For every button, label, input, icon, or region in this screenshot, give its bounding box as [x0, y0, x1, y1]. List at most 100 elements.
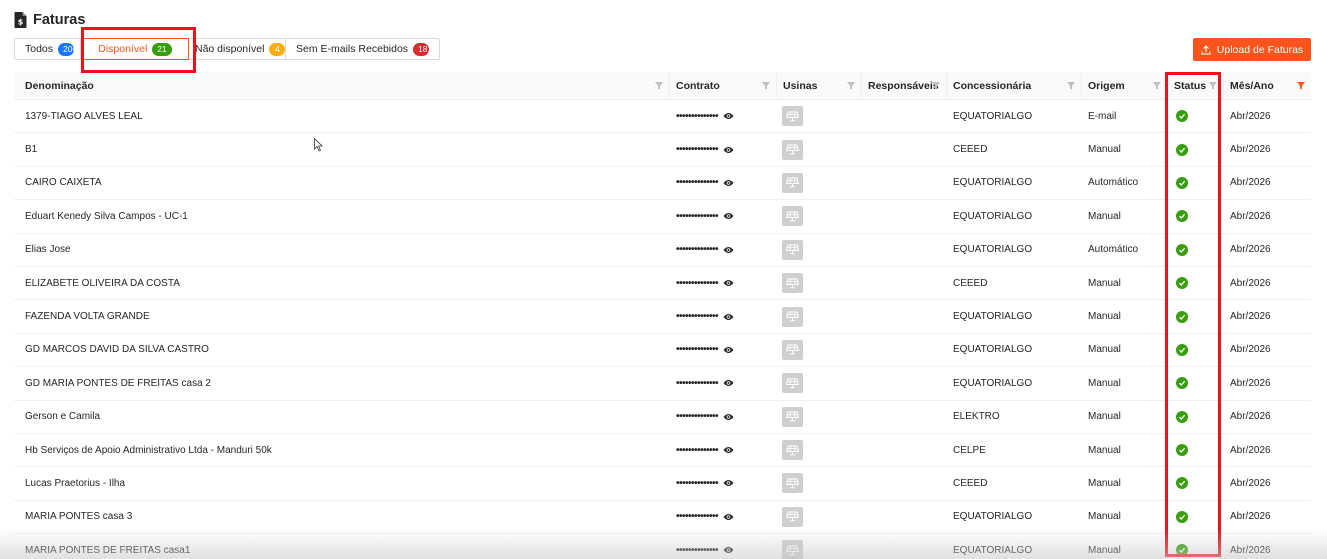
table-row[interactable]: Eduart Kenedy Silva Campos - UC-1 ••••••…	[14, 200, 1311, 234]
filter-icon[interactable]	[1209, 82, 1217, 90]
mes-ano-text: Abr/2026	[1230, 544, 1271, 556]
column-header-status[interactable]: Status	[1168, 72, 1224, 100]
table-row[interactable]: GD MARCOS DAVID DA SILVA CASTRO ••••••••…	[14, 334, 1311, 368]
tab-todos[interactable]: Todos 206	[15, 39, 81, 59]
table-row[interactable]: CAIRO CAIXETA •••••••••••••• EQUATORIALG…	[14, 167, 1311, 201]
solar-panel-button[interactable]	[782, 406, 803, 427]
solar-panel-button[interactable]	[782, 440, 803, 461]
filter-icon[interactable]	[932, 82, 940, 90]
eye-icon[interactable]	[723, 212, 734, 220]
concessionaria-text: EQUATORIALGO	[953, 210, 1033, 222]
table-row[interactable]: Hb Serviços de Apoio Administrativo Ltda…	[14, 434, 1311, 468]
tab-sem-emails[interactable]: Sem E-mails Recebidos 181	[286, 39, 439, 59]
solar-panel-icon	[786, 411, 799, 422]
denominacao-text: 1379-TIAGO ALVES LEAL	[25, 110, 143, 122]
table-row[interactable]: ELIZABETE OLIVEIRA DA COSTA ••••••••••••…	[14, 267, 1311, 301]
table-row[interactable]: B1 •••••••••••••• CEEED Manual Abr/2026	[14, 133, 1311, 167]
table-row[interactable]: Elias Jose •••••••••••••• EQUATORIALGO A…	[14, 234, 1311, 267]
eye-icon[interactable]	[723, 546, 734, 554]
cell-denominacao: Hb Serviços de Apoio Administrativo Ltda…	[14, 434, 670, 466]
cell-contrato: ••••••••••••••	[670, 334, 777, 366]
cell-responsaveis	[862, 167, 947, 199]
table-row[interactable]: Lucas Praetorius - Ilha •••••••••••••• C…	[14, 467, 1311, 501]
tab-disponivel[interactable]: Disponível 21	[81, 38, 189, 60]
solar-panel-button[interactable]	[782, 506, 803, 527]
solar-panel-button[interactable]	[782, 139, 803, 160]
eye-icon[interactable]	[723, 112, 734, 120]
solar-panel-button[interactable]	[782, 239, 803, 260]
eye-icon[interactable]	[723, 379, 734, 387]
table-row[interactable]: GD MARIA PONTES DE FREITAS casa 2 ••••••…	[14, 367, 1311, 401]
solar-panel-button[interactable]	[782, 273, 803, 294]
cell-mes-ano: Abr/2026	[1224, 200, 1311, 232]
filter-icon[interactable]	[655, 82, 663, 90]
origem-text: Manual	[1088, 377, 1121, 389]
table-row[interactable]: 1379-TIAGO ALVES LEAL •••••••••••••• EQU…	[14, 100, 1311, 134]
solar-panel-button[interactable]	[782, 373, 803, 394]
column-header-mes-ano[interactable]: Mês/Ano	[1224, 72, 1311, 100]
column-title: Contrato	[676, 80, 720, 92]
mes-ano-text: Abr/2026	[1230, 311, 1271, 323]
cell-origem: Manual	[1082, 434, 1168, 466]
solar-panel-button[interactable]	[782, 473, 803, 494]
column-title: Usinas	[783, 80, 818, 92]
column-title: Responsáveis	[868, 80, 939, 92]
table-body: 1379-TIAGO ALVES LEAL •••••••••••••• EQU…	[14, 100, 1311, 559]
column-header-denominacao[interactable]: Denominação	[14, 72, 670, 100]
column-header-usinas[interactable]: Usinas	[777, 72, 862, 100]
concessionaria-text: CEEED	[953, 477, 988, 489]
cell-contrato: ••••••••••••••	[670, 401, 777, 433]
cell-concessionaria: EQUATORIALGO	[947, 334, 1082, 366]
column-header-concessionaria[interactable]: Concessionária	[947, 72, 1082, 100]
solar-panel-button[interactable]	[782, 206, 803, 227]
eye-icon[interactable]	[723, 246, 734, 254]
solar-panel-button[interactable]	[782, 306, 803, 327]
cell-status	[1168, 167, 1224, 199]
cell-usinas	[777, 367, 862, 399]
denominacao-text: ELIZABETE OLIVEIRA DA COSTA	[25, 277, 180, 289]
origem-text: Automático	[1088, 177, 1139, 189]
eye-icon[interactable]	[723, 513, 734, 521]
filter-icon[interactable]	[1153, 82, 1161, 90]
cell-responsaveis	[862, 234, 947, 266]
cell-status	[1168, 267, 1224, 299]
cell-mes-ano: Abr/2026	[1224, 401, 1311, 433]
table-row[interactable]: MARIA PONTES casa 3 •••••••••••••• EQUAT…	[14, 501, 1311, 535]
solar-panel-button[interactable]	[782, 540, 803, 559]
eye-icon[interactable]	[723, 146, 734, 154]
cell-mes-ano: Abr/2026	[1224, 267, 1311, 299]
column-header-responsaveis[interactable]: Responsáveis	[862, 72, 947, 100]
origem-text: Manual	[1088, 477, 1121, 489]
cell-mes-ano: Abr/2026	[1224, 300, 1311, 332]
column-header-origem[interactable]: Origem	[1082, 72, 1168, 100]
solar-panel-button[interactable]	[782, 339, 803, 360]
eye-icon[interactable]	[723, 479, 734, 487]
solar-panel-button[interactable]	[782, 172, 803, 193]
eye-icon[interactable]	[723, 413, 734, 421]
eye-icon[interactable]	[723, 346, 734, 354]
column-header-contrato[interactable]: Contrato	[670, 72, 777, 100]
table-row[interactable]: FAZENDA VOLTA GRANDE •••••••••••••• EQUA…	[14, 300, 1311, 334]
filter-icon[interactable]	[847, 82, 855, 90]
eye-icon[interactable]	[723, 313, 734, 321]
cell-contrato: ••••••••••••••	[670, 100, 777, 132]
eye-icon[interactable]	[723, 279, 734, 287]
upload-faturas-button[interactable]: Upload de Faturas	[1193, 38, 1311, 61]
masked-contract: ••••••••••••••	[676, 244, 719, 256]
solar-panel-icon	[786, 177, 799, 188]
table-row[interactable]: MARIA PONTES DE FREITAS casa1 ••••••••••…	[14, 534, 1311, 559]
tab-nao-disponivel[interactable]: Não disponível 4	[189, 39, 286, 59]
filter-icon[interactable]	[762, 82, 770, 90]
check-circle-icon	[1176, 544, 1188, 557]
solar-panel-icon	[786, 545, 799, 556]
eye-icon[interactable]	[723, 446, 734, 454]
denominacao-text: Hb Serviços de Apoio Administrativo Ltda…	[25, 444, 272, 456]
table-row[interactable]: Gerson e Camila •••••••••••••• ELEKTRO M…	[14, 401, 1311, 434]
solar-panel-icon	[786, 244, 799, 255]
eye-icon[interactable]	[723, 179, 734, 187]
filter-icon[interactable]	[1067, 82, 1075, 90]
filter-icon[interactable]	[1297, 82, 1305, 90]
column-title: Concessionária	[953, 80, 1032, 92]
solar-panel-button[interactable]	[782, 106, 803, 127]
concessionaria-text: EQUATORIALGO	[953, 377, 1033, 389]
